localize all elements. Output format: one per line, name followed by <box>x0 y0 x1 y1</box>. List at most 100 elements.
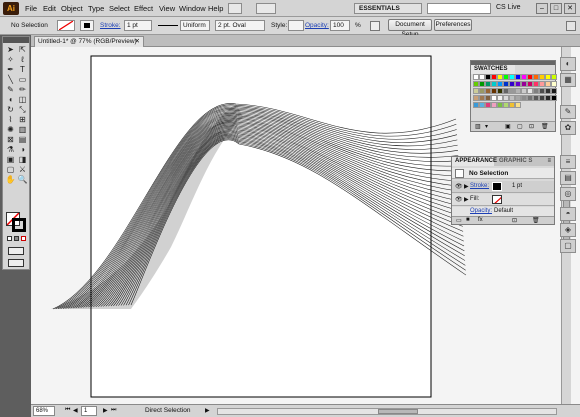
rotate-tool-icon[interactable]: ↻ <box>5 105 16 114</box>
previous-artboard-icon[interactable]: ◀ <box>73 407 78 414</box>
graph-tool-icon[interactable]: ▥ <box>17 125 28 134</box>
opacity-field[interactable]: 100 <box>330 20 350 31</box>
add-fill-icon[interactable]: ■ <box>466 217 470 223</box>
menu-type[interactable]: Type <box>88 4 104 13</box>
search-input[interactable] <box>427 3 491 14</box>
maximize-icon[interactable]: □ <box>550 3 562 14</box>
menu-select[interactable]: Select <box>109 4 130 13</box>
close-tab-icon[interactable]: ✕ <box>135 37 140 47</box>
horizontal-scrollbar[interactable] <box>217 408 557 415</box>
gradient-mode-icon[interactable] <box>14 236 19 241</box>
gradient-panel-icon[interactable]: ▤ <box>560 171 576 185</box>
bridge-icon[interactable] <box>228 3 242 14</box>
color-swatch[interactable] <box>551 81 557 87</box>
add-effect-icon[interactable]: fx <box>478 217 483 223</box>
symbol-sprayer-tool-icon[interactable]: ✺ <box>5 125 16 134</box>
panel-menu-icon[interactable]: ≡ <box>547 158 551 164</box>
duplicate-item-icon[interactable]: ⊡ <box>512 217 517 224</box>
stroke-weight-field[interactable]: 1 pt <box>124 20 152 31</box>
scale-tool-icon[interactable]: ⤡ <box>17 105 28 114</box>
stroke-label[interactable]: Stroke: <box>100 22 121 29</box>
appearance-fill-row[interactable]: 👁 ▶ Fill: <box>452 194 554 206</box>
menu-effect[interactable]: Effect <box>134 4 153 13</box>
visibility-eye-icon[interactable]: 👁 <box>455 196 463 203</box>
appearance-opacity-label[interactable]: Opacity: <box>470 208 492 214</box>
menu-help[interactable]: Help <box>208 4 223 13</box>
appearance-stroke-row[interactable]: 👁 ▶ Stroke: 1 pt <box>452 181 554 193</box>
free-transform-tool-icon[interactable]: ⊞ <box>17 115 28 124</box>
color-swatch[interactable] <box>515 102 521 108</box>
style-dropdown[interactable] <box>288 20 304 31</box>
stroke-color-icon[interactable] <box>12 218 26 232</box>
menu-file[interactable]: File <box>25 4 37 13</box>
appearance-tab[interactable]: APPEARANCE <box>452 157 497 166</box>
document-setup-button[interactable]: Document Setup <box>388 19 432 38</box>
slice-tool-icon[interactable]: ⚔ <box>17 165 28 174</box>
minimize-icon[interactable]: – <box>536 3 548 14</box>
lasso-tool-icon[interactable]: ℓ <box>17 55 28 64</box>
last-artboard-icon[interactable]: ⏭ <box>111 407 116 414</box>
menu-object[interactable]: Object <box>61 4 83 13</box>
profile-dropdown[interactable]: Uniform <box>180 20 210 31</box>
arrange-documents-icon[interactable] <box>256 3 276 14</box>
blend-tool-icon[interactable]: ◑ <box>17 145 28 154</box>
cs-live-button[interactable]: CS Live <box>496 4 521 11</box>
next-artboard-icon[interactable]: ▶ <box>103 407 108 414</box>
appearance-stroke-swatch[interactable] <box>492 182 502 191</box>
zoom-field[interactable]: 68% <box>33 406 55 416</box>
menu-edit[interactable]: Edit <box>43 4 56 13</box>
zoom-tool-icon[interactable]: 🔍 <box>17 175 28 184</box>
direct-selection-tool-icon[interactable]: ⇱ <box>17 45 28 54</box>
appearance-fill-swatch[interactable] <box>492 195 502 204</box>
stroke-swatch[interactable] <box>80 20 94 31</box>
artboard-number-field[interactable]: 1 <box>81 406 97 416</box>
brushes-panel-icon[interactable]: ✎ <box>560 105 576 119</box>
brush-dropdown[interactable]: 2 pt. Oval <box>215 20 265 31</box>
color-swatch[interactable] <box>551 88 557 94</box>
artboards-panel-icon[interactable]: ▢ <box>560 239 576 253</box>
appearance-stroke-label[interactable]: Stroke: <box>470 183 489 189</box>
control-panel-menu-icon[interactable] <box>566 21 576 31</box>
symbols-panel-icon[interactable]: ✿ <box>560 121 576 135</box>
color-swatch[interactable] <box>551 95 557 101</box>
add-stroke-icon[interactable]: ▭ <box>456 217 462 224</box>
pen-tool-icon[interactable]: ✒ <box>5 65 16 74</box>
menu-view[interactable]: View <box>159 4 175 13</box>
show-kinds-icon[interactable]: ▾ <box>485 123 488 130</box>
color-mode-icon[interactable] <box>7 236 12 241</box>
recolor-icon[interactable] <box>370 21 380 31</box>
selection-tool-icon[interactable]: ➤ <box>5 45 16 54</box>
delete-swatch-icon[interactable]: 🗑 <box>541 123 549 130</box>
current-tool-status[interactable]: Direct Selection <box>145 407 191 414</box>
swatches-tab[interactable]: SWATCHES <box>471 65 515 74</box>
delete-item-icon[interactable]: 🗑 <box>532 217 540 224</box>
none-mode-icon[interactable] <box>21 236 26 241</box>
blob-brush-tool-icon[interactable]: ◖ <box>5 95 16 104</box>
warp-tool-icon[interactable]: ⌇ <box>5 115 16 124</box>
preferences-button[interactable]: Preferences <box>434 19 472 31</box>
mesh-tool-icon[interactable]: ⊠ <box>5 135 16 144</box>
new-swatch-icon[interactable]: ⊡ <box>529 123 534 130</box>
swatch-libraries-icon[interactable]: ▥ <box>475 123 481 130</box>
hand-tool-icon[interactable]: ✋ <box>5 175 16 184</box>
artboard-tool-icon[interactable]: ▢ <box>5 165 16 174</box>
rectangle-tool-icon[interactable]: ▭ <box>17 75 28 84</box>
color-swatch[interactable] <box>551 74 557 80</box>
layers-panel-icon[interactable]: ◈ <box>560 223 576 237</box>
eyedropper-tool-icon[interactable]: ⚗ <box>5 145 16 154</box>
graphic-styles-tab[interactable]: GRAPHIC S <box>496 157 532 166</box>
opacity-label[interactable]: Opacity: <box>305 22 329 29</box>
new-color-group-icon[interactable]: ▢ <box>517 123 523 130</box>
line-tool-icon[interactable]: ╲ <box>5 75 16 84</box>
expand-triangle-icon[interactable]: ▶ <box>464 196 469 203</box>
document-tab[interactable]: Untitled-1* @ 77% (RGB/Preview) ✕ <box>34 36 144 47</box>
expand-triangle-icon[interactable]: ▶ <box>464 183 469 190</box>
first-artboard-icon[interactable]: ⏮ <box>65 407 70 414</box>
gradient-tool-icon[interactable]: ▤ <box>17 135 28 144</box>
live-paint-selection-tool-icon[interactable]: ◨ <box>17 155 28 164</box>
stroke-panel-icon[interactable]: ≡ <box>560 155 576 169</box>
visibility-eye-icon[interactable]: 👁 <box>455 183 463 190</box>
type-tool-icon[interactable]: T <box>17 65 28 74</box>
color-panel-icon[interactable]: ◐ <box>560 57 576 71</box>
fill-swatch[interactable] <box>57 20 75 31</box>
